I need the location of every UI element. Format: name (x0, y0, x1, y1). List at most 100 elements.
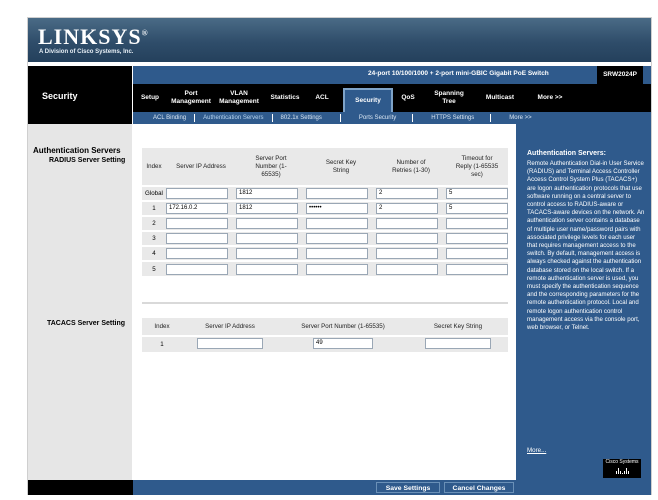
radius-row: 4 (142, 245, 508, 261)
tacacs-server-ip-input[interactable] (197, 338, 263, 349)
col-timeout: Timeout for Reply (1-65535 sec) (446, 148, 508, 186)
radius-row-index: 3 (142, 230, 166, 246)
secret-key-input[interactable] (306, 218, 368, 229)
retries-input[interactable] (376, 263, 438, 275)
section-divider (142, 302, 508, 304)
left-sidebar: Authentication Servers RADIUS Server Set… (28, 124, 132, 480)
tab-port-management[interactable]: Port Management (167, 84, 215, 112)
timeout-input[interactable] (446, 233, 508, 244)
retries-input[interactable] (376, 218, 438, 229)
subtab-more[interactable]: More >> (503, 115, 537, 121)
server-ip-input[interactable] (166, 248, 228, 259)
col-tacacs-index: Index (142, 318, 182, 336)
secret-key-input[interactable] (306, 263, 368, 275)
col-server-ip: Server IP Address (166, 148, 236, 186)
subtab-acl-binding[interactable]: ACL Binding (147, 115, 192, 121)
timeout-input[interactable]: 5 (446, 188, 508, 199)
subtab-authentication-servers[interactable]: Authentication Servers (197, 115, 269, 121)
radius-row-index: 1 (142, 200, 166, 216)
tacacs-row-index: 1 (142, 335, 182, 352)
secret-key-input[interactable] (306, 233, 368, 244)
tacacs-row: 1 49 (142, 335, 508, 352)
timeout-input[interactable] (446, 218, 508, 229)
model-description: 24-port 10/100/1000 + 2-port mini-GBIC G… (368, 70, 549, 77)
server-port-input[interactable] (236, 233, 298, 244)
help-title: Authentication Servers: (527, 150, 606, 157)
radius-row: 5 (142, 260, 508, 276)
radius-row: 2 (142, 215, 508, 231)
cancel-changes-button[interactable]: Cancel Changes (444, 482, 514, 493)
server-port-input[interactable]: 1812 (236, 188, 298, 199)
tab-multicast[interactable]: Multicast (475, 84, 525, 112)
main-content: Index Server IP Address Server Port Numb… (133, 124, 515, 480)
timeout-input[interactable] (446, 248, 508, 259)
server-port-input[interactable]: 1812 (236, 203, 298, 214)
tab-acl[interactable]: ACL (307, 84, 337, 112)
subtab-8021x-settings[interactable]: 802.1x Settings (275, 115, 328, 121)
help-text: Remote Authentication Dial-in User Servi… (527, 160, 645, 332)
help-more-link[interactable]: More... (527, 447, 546, 454)
server-port-input[interactable] (236, 263, 298, 275)
tab-more[interactable]: More >> (525, 84, 575, 112)
server-port-input[interactable] (236, 248, 298, 259)
retries-input[interactable] (376, 233, 438, 244)
section-header: Security (28, 66, 132, 124)
col-server-port: Server Port Number (1-65535) (236, 148, 306, 186)
tab-security[interactable]: Security (343, 88, 393, 112)
linksys-logo: LINKSYS® (38, 24, 149, 49)
save-settings-button[interactable]: Save Settings (376, 482, 440, 493)
timeout-input[interactable]: 5 (446, 203, 508, 214)
model-number: SRW2024P (597, 66, 643, 84)
server-ip-input[interactable] (166, 233, 228, 244)
help-panel: Authentication Servers: Remote Authentic… (516, 124, 651, 480)
subtab-ports-security[interactable]: Ports Security (353, 115, 402, 121)
cisco-systems-logo: Cisco Systems (603, 459, 641, 478)
timeout-input[interactable] (446, 263, 508, 275)
tacacs-server-port-input[interactable]: 49 (313, 338, 373, 349)
radius-row: 3 (142, 230, 508, 246)
radius-row: Global 1812 2 5 (142, 185, 508, 201)
col-secret-key: Secret Key String (306, 148, 376, 186)
tab-setup[interactable]: Setup (133, 84, 167, 112)
radius-server-setting-label: RADIUS Server Setting (49, 157, 126, 164)
tacacs-header-row: Index Server IP Address Server Port Numb… (142, 318, 508, 336)
logo-banner: LINKSYS® A Division of Cisco Systems, In… (28, 18, 651, 62)
main-tabs: Setup Port Management VLAN Management St… (133, 84, 651, 112)
model-bar: 24-port 10/100/1000 + 2-port mini-GBIC G… (133, 66, 651, 84)
server-ip-input[interactable]: 172.16.0.2 (166, 203, 228, 214)
tacacs-secret-key-input[interactable] (425, 338, 491, 349)
secret-key-input[interactable] (306, 248, 368, 259)
server-port-input[interactable] (236, 218, 298, 229)
secret-key-input[interactable] (306, 188, 368, 199)
tab-spanning-tree[interactable]: Spanning Tree (423, 84, 475, 112)
retries-input[interactable]: 2 (376, 203, 438, 214)
radius-row-index: Global (142, 185, 166, 201)
server-ip-input[interactable] (166, 218, 228, 229)
logo-tagline: A Division of Cisco Systems, Inc. (39, 49, 134, 55)
sub-tabs: ACL Binding Authentication Servers 802.1… (133, 112, 651, 124)
radius-row-index: 2 (142, 215, 166, 231)
radius-row: 1 172.16.0.2 1812 •••••• 2 5 (142, 200, 508, 216)
retries-input[interactable] (376, 248, 438, 259)
server-ip-input[interactable] (166, 188, 228, 199)
secret-key-input[interactable]: •••••• (306, 203, 368, 214)
tab-statistics[interactable]: Statistics (263, 84, 307, 112)
tacacs-table: Index Server IP Address Server Port Numb… (142, 318, 508, 352)
server-ip-input[interactable] (166, 263, 228, 275)
tab-vlan-management[interactable]: VLAN Management (215, 84, 263, 112)
col-index: Index (142, 148, 166, 186)
col-tacacs-port: Server Port Number (1-65535) (278, 318, 408, 336)
radius-header-row: Index Server IP Address Server Port Numb… (142, 148, 508, 186)
tab-qos[interactable]: QoS (393, 84, 423, 112)
retries-input[interactable]: 2 (376, 188, 438, 199)
tacacs-server-setting-label: TACACS Server Setting (47, 320, 126, 327)
radius-table: Index Server IP Address Server Port Numb… (142, 148, 508, 276)
col-tacacs-key: Secret Key String (408, 318, 508, 336)
sidebar-heading: Authentication Servers (33, 146, 121, 155)
col-tacacs-ip: Server IP Address (182, 318, 278, 336)
radius-row-index: 4 (142, 245, 166, 261)
subtab-https-settings[interactable]: HTTPS Settings (425, 115, 480, 121)
col-retries: Number of Retries (1-30) (376, 148, 446, 186)
bottom-bar: Save Settings Cancel Changes (28, 480, 651, 495)
section-title: Security (42, 91, 78, 101)
